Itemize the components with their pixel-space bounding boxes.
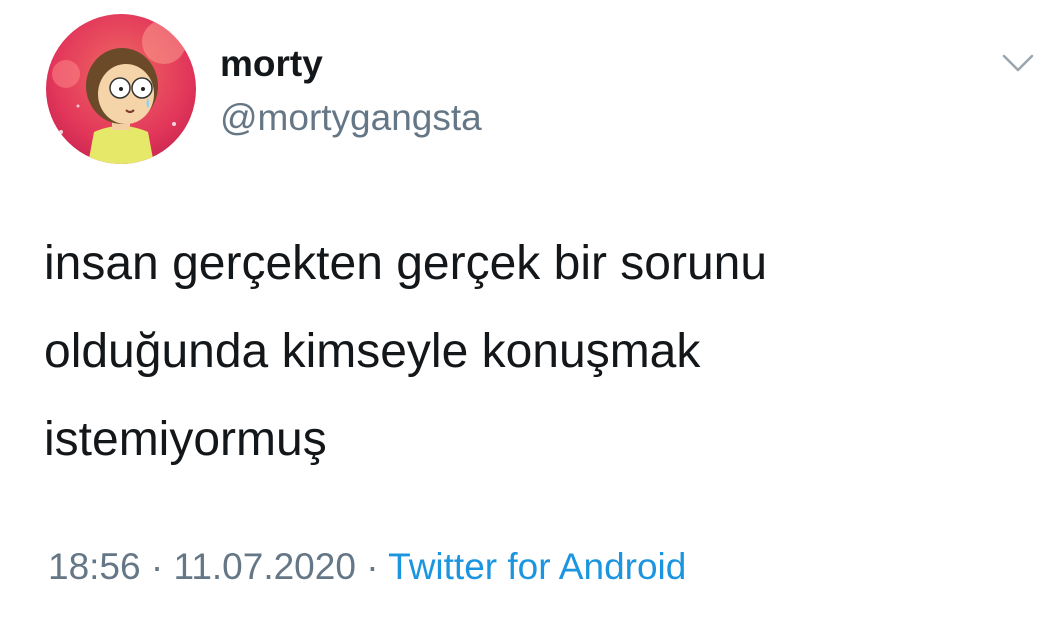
meta-separator: · bbox=[366, 546, 379, 587]
tweet-text-line: olduğunda kimseyle konuşmak bbox=[44, 325, 701, 378]
tweet-time[interactable]: 18:56 bbox=[48, 546, 141, 587]
tweet-text: insan gerçekten gerçek bir sorunu olduğu… bbox=[44, 220, 1024, 484]
avatar-image bbox=[46, 14, 196, 164]
tweet-text-line: istemiyormuş bbox=[44, 413, 327, 466]
tweet-meta: 18:56 · 11.07.2020 · Twitter for Android bbox=[48, 543, 686, 591]
user-handle[interactable]: @mortygangsta bbox=[220, 96, 482, 140]
tweet-text-line: insan gerçekten gerçek bir sorunu bbox=[44, 237, 768, 290]
avatar[interactable] bbox=[46, 14, 196, 164]
tweet-date[interactable]: 11.07.2020 bbox=[173, 546, 355, 587]
meta-separator: · bbox=[150, 546, 164, 587]
tweet-source-link[interactable]: Twitter for Android bbox=[388, 546, 686, 587]
chevron-down-icon[interactable] bbox=[1000, 48, 1036, 76]
tweet-card: morty @mortygangsta insan gerçekten gerç… bbox=[0, 0, 1058, 619]
display-name[interactable]: morty bbox=[220, 42, 323, 86]
